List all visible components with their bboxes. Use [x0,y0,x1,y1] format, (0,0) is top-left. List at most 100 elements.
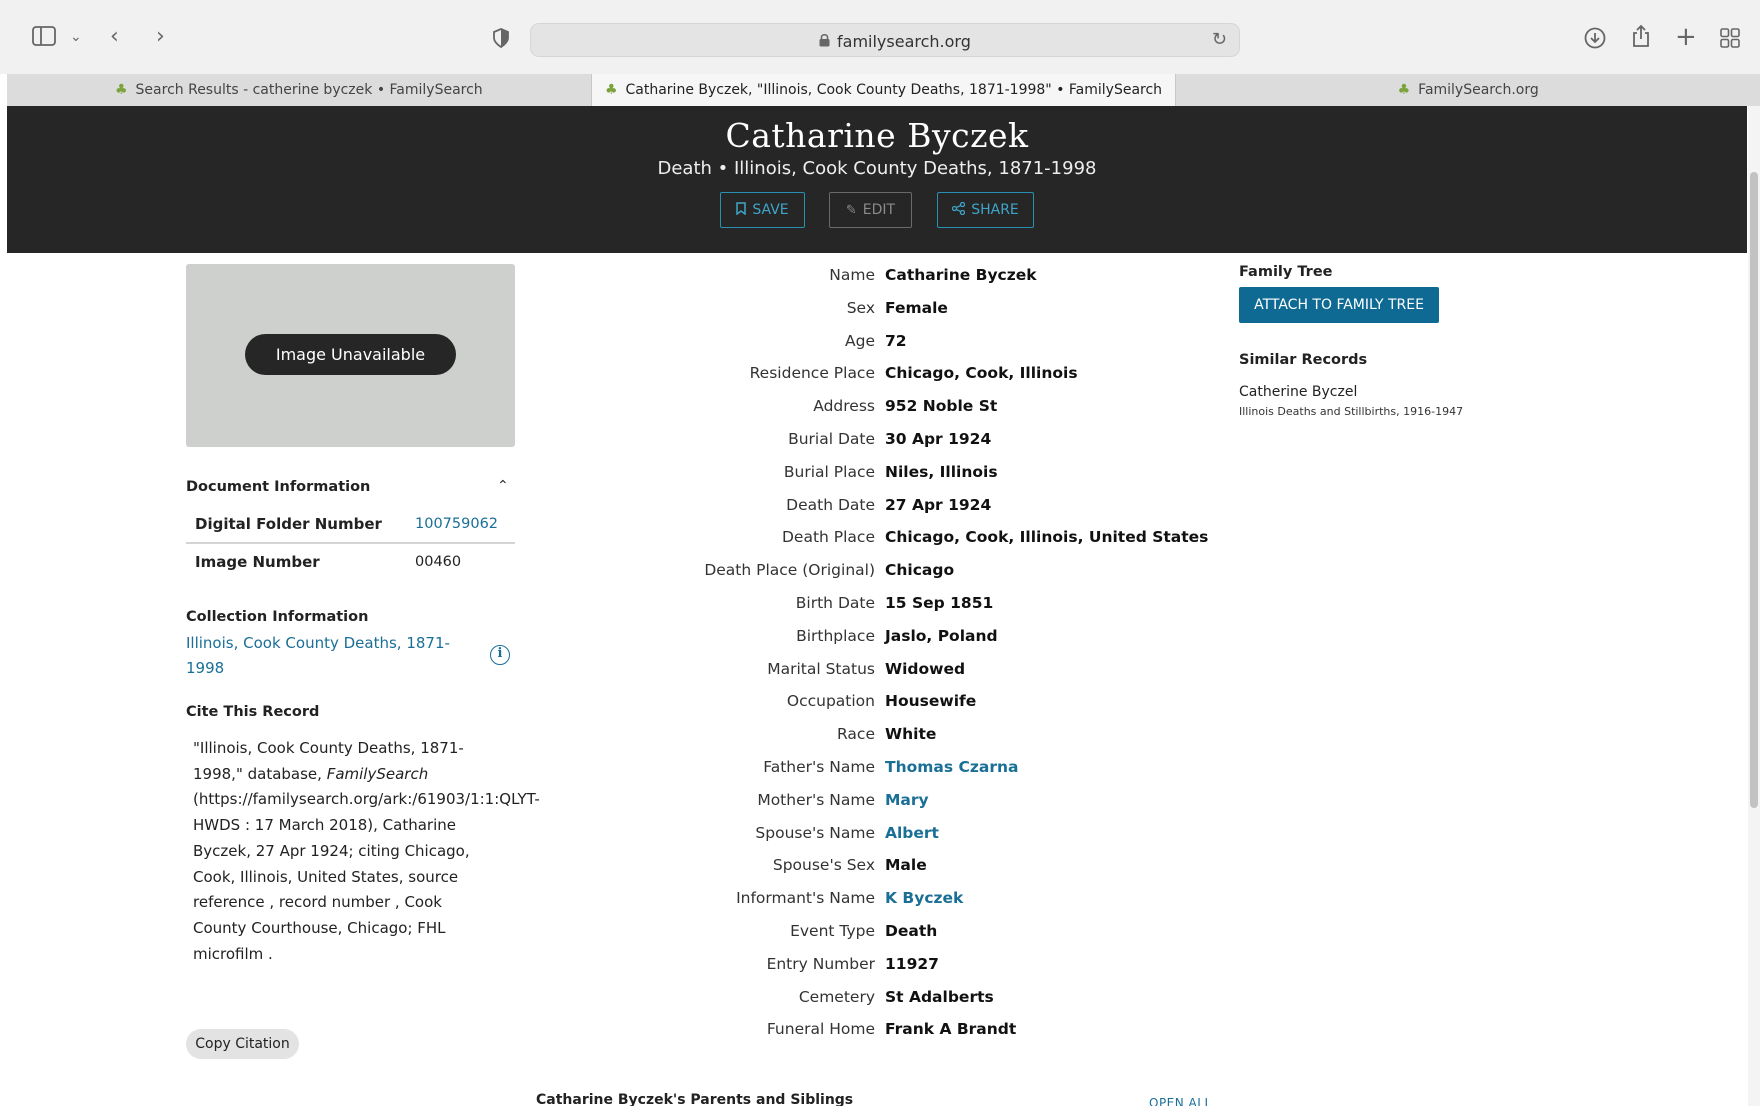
scrollbar-thumb[interactable] [1750,172,1758,808]
fact-value: St Adalberts [885,988,994,1006]
open-all-link[interactable]: OPEN ALL [1149,1096,1212,1106]
copy-citation-button[interactable]: Copy Citation [186,1029,299,1059]
fact-value: Frank A Brandt [885,1020,1017,1038]
fact-label: Sex [846,299,875,317]
fact-row: Residence Place [507,364,875,386]
fact-label: Death Date [786,496,875,514]
fact-label: Occupation [786,692,875,710]
fact-label: Mother's Name [757,791,875,809]
fact-label: Funeral Home [766,1020,875,1038]
similar-record-link[interactable]: Catherine Byczel [1239,384,1357,400]
fact-row: Funeral Home [507,1020,875,1042]
fact-label: Birth Date [795,594,875,612]
fact-value: Catharine Byczek [885,266,1037,284]
fact-value-link[interactable]: Thomas Czarna [885,758,1018,776]
record-header: Catharine Byczek Death • Illinois, Cook … [7,106,1747,253]
digital-folder-number-link[interactable]: 100759062 [415,516,498,532]
fact-row: Address [507,397,875,419]
fact-row: Occupation [507,692,875,714]
citation-text: "Illinois, Cook County Deaths, 1871-1998… [193,739,540,963]
family-tree-heading: Family Tree [1239,264,1333,280]
fact-row: Race [507,725,875,747]
familysearch-tree-icon: ♣ [604,82,618,98]
save-button[interactable]: SAVE [720,192,805,228]
fact-value: Jaslo, Poland [885,627,998,645]
fact-label: Age [845,332,875,350]
fact-value: Widowed [885,660,966,678]
edit-button[interactable]: ✎ EDIT [829,192,912,228]
fact-value: 11927 [885,955,939,973]
tab-label: Catharine Byczek, "Illinois, Cook County… [625,82,1163,98]
fact-label: Informant's Name [736,889,875,907]
fact-row: Sex [507,299,875,321]
fact-label: Death Place [781,528,875,546]
fact-label: Burial Place [783,463,875,481]
familysearch-tree-icon: ♣ [114,82,128,98]
fact-row: Entry Number [507,955,875,977]
reload-icon[interactable]: ↻ [1212,29,1227,50]
fact-value: Housewife [885,692,977,710]
fact-value-link[interactable]: K Byczek [885,889,963,907]
edit-label: EDIT [862,202,896,218]
fact-value: Male [885,856,927,874]
fact-label: Entry Number [766,955,875,973]
fact-label: Address [813,397,875,415]
new-tab-icon[interactable]: + [1675,24,1697,50]
tab-search-results[interactable]: ♣ Search Results - catherine byczek • Fa… [7,74,592,106]
digital-folder-number-label: Digital Folder Number [195,515,382,533]
fact-value-link[interactable]: Mary [885,791,929,809]
fact-row: Event Type [507,922,875,944]
fact-value-link[interactable]: Albert [885,824,939,842]
fact-value: Chicago, Cook, Illinois, United States [885,528,1209,546]
fact-row: Name [507,266,875,288]
fact-value: 952 Noble St [885,397,998,415]
fact-row: Death Date [507,496,875,518]
fact-row: Birthplace [507,627,875,649]
fact-row: Burial Place [507,463,875,485]
share-label: SHARE [971,202,1019,218]
fact-row: Marital Status [507,660,875,682]
forward-icon[interactable]: › [156,25,165,49]
page-subtitle: Death • Illinois, Cook County Deaths, 18… [657,158,1097,179]
page-content: Catharine Byczek Death • Illinois, Cook … [7,106,1747,1106]
chevron-down-icon[interactable]: ⌄ [70,25,82,49]
fact-label: Marital Status [767,660,875,678]
lock-icon [819,34,830,47]
address-bar[interactable]: familysearch.org ↻ [530,23,1240,57]
bookmark-icon [736,201,747,219]
save-label: SAVE [752,202,789,218]
downloads-icon[interactable] [1584,27,1606,55]
fact-row: Birth Date [507,594,875,616]
url-text: familysearch.org [837,32,971,51]
tab-record[interactable]: ♣ Catharine Byczek, "Illinois, Cook Coun… [591,74,1177,106]
fact-value: Chicago [885,561,955,579]
fact-value: 27 Apr 1924 [885,496,992,514]
image-number-label: Image Number [195,553,320,571]
tab-familysearch-home[interactable]: ♣ FamilySearch.org [1176,74,1760,106]
cite-this-record-heading: Cite This Record [186,704,320,720]
attach-to-family-tree-button[interactable]: ATTACH TO FAMILY TREE [1239,287,1439,323]
privacy-shield-icon[interactable] [492,28,510,54]
document-information-heading[interactable]: Document Information [186,479,370,495]
fact-row: Death Place (Original) [507,561,875,583]
back-icon[interactable]: ‹ [110,25,119,49]
sidebar-toggle-icon[interactable] [32,26,56,52]
fact-row: Spouse's Name [507,824,875,846]
fact-row: Cemetery [507,988,875,1010]
fact-value: 30 Apr 1924 [885,430,992,448]
fact-row: Age [507,332,875,354]
share-button[interactable]: SHARE [937,192,1034,228]
fact-label: Death Place (Original) [704,561,875,579]
collection-link[interactable]: Illinois, Cook County Deaths, 1871-1998 [186,631,476,681]
fact-row: Burial Date [507,430,875,452]
fact-label: Cemetery [798,988,875,1006]
tab-overview-icon[interactable] [1720,28,1740,54]
fact-value: 15 Sep 1851 [885,594,994,612]
fact-row: Spouse's Sex [507,856,875,878]
share-icon[interactable] [1631,24,1651,54]
page-scrollbar[interactable] [1748,106,1760,1106]
collection-information-heading: Collection Information [186,609,369,625]
fact-label: Residence Place [749,364,875,382]
tab-bar: ♣ Search Results - catherine byczek • Fa… [7,74,1760,106]
fact-label: Event Type [790,922,875,940]
